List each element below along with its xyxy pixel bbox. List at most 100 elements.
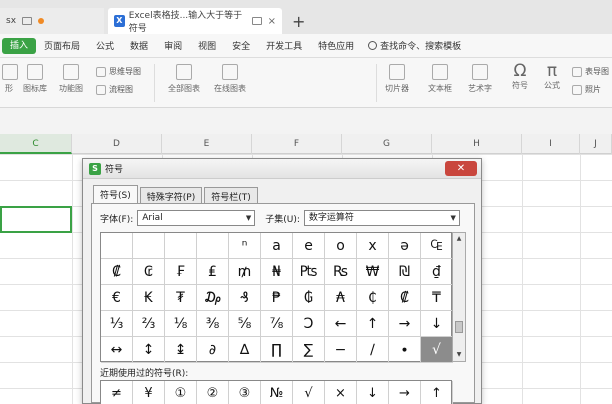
symbol-cell[interactable]: € [101, 285, 133, 311]
command-search[interactable]: 查找命令、搜索模板 [362, 39, 467, 52]
symbol-cell[interactable]: ₲ [293, 285, 325, 311]
symbol-cell[interactable]: ₥ [229, 259, 261, 285]
column-header-h[interactable]: H [432, 134, 522, 154]
flowchart-button[interactable]: 流程图 [96, 84, 133, 95]
column-header-d[interactable]: D [72, 134, 162, 154]
new-tab-plus-icon[interactable]: + [292, 12, 305, 31]
symbol-cell[interactable]: − [325, 337, 357, 363]
close-button[interactable]: ✕ [445, 161, 477, 176]
symbol-cell[interactable] [165, 233, 197, 259]
symbol-cell[interactable]: ⁿ [229, 233, 261, 259]
recent-symbol-cell[interactable]: ≠ [101, 381, 133, 404]
shape-button[interactable]: 形 [2, 64, 18, 94]
symbol-cell[interactable]: ₦ [261, 259, 293, 285]
monitor-icon[interactable] [22, 17, 33, 25]
menu-view[interactable]: 视图 [190, 39, 224, 52]
tab-document[interactable]: X Excel表格技...输入大于等于符号 × [108, 8, 282, 34]
symbol-cell[interactable]: ∕ [357, 337, 389, 363]
dialog-title-bar[interactable]: S 符号 [83, 159, 481, 179]
symbol-cell[interactable]: ⅓ [101, 311, 133, 337]
symbol-cell[interactable]: o [325, 233, 357, 259]
recent-symbol-cell[interactable]: √ [293, 381, 325, 404]
recent-symbol-cell[interactable]: ↑ [421, 381, 453, 404]
column-header-g[interactable]: G [342, 134, 432, 154]
tab-workbook[interactable]: sx [0, 8, 104, 34]
symbol-cell[interactable]: ↔ [101, 337, 133, 363]
tab-symbols[interactable]: 符号(S) [93, 185, 138, 203]
tab-special-chars[interactable]: 特殊字符(P) [139, 187, 203, 203]
close-tab-icon[interactable]: × [268, 16, 276, 27]
formula-button[interactable]: π 公式 [540, 62, 564, 91]
textbox-button[interactable]: 文本框 [426, 64, 454, 94]
symbol-cell[interactable]: ₳ [325, 285, 357, 311]
symbol-cell[interactable]: ₢ [133, 259, 165, 285]
selected-cell[interactable] [0, 206, 72, 233]
symbol-cell[interactable]: x [357, 233, 389, 259]
column-header-c[interactable]: C [0, 134, 72, 154]
photo-button[interactable]: 照片 [572, 84, 601, 95]
recent-symbol-cell[interactable]: ① [165, 381, 197, 404]
symbol-cell[interactable]: ↕ [133, 337, 165, 363]
symbol-cell[interactable]: ₨ [325, 259, 357, 285]
menu-formula[interactable]: 公式 [88, 39, 122, 52]
symbol-cell[interactable]: ↑ [357, 311, 389, 337]
symbol-cell[interactable]: ₯ [197, 285, 229, 311]
symbol-button[interactable]: Ω 符号 [506, 62, 534, 91]
symbol-cell[interactable]: ₩ [357, 259, 389, 285]
symbol-cell[interactable]: ₡ [101, 259, 133, 285]
font-dropdown[interactable]: Arial ▼ [137, 210, 256, 226]
column-header-e[interactable]: E [162, 134, 252, 154]
symbol-cell[interactable]: ⅝ [229, 311, 261, 337]
symbol-scrollbar[interactable]: ▲ ▼ [452, 232, 466, 362]
symbol-cell[interactable]: ↨ [165, 337, 197, 363]
symbol-cell[interactable]: e [293, 233, 325, 259]
online-charts-button[interactable]: 在线图表 [210, 64, 250, 94]
symbol-cell[interactable]: ₤ [197, 259, 229, 285]
symbol-cell[interactable]: ₪ [389, 259, 421, 285]
symbol-cell[interactable]: ⅔ [133, 311, 165, 337]
symbol-cell[interactable]: ∂ [197, 337, 229, 363]
symbol-cell[interactable]: ↓ [421, 311, 453, 337]
menu-developer[interactable]: 开发工具 [258, 39, 310, 52]
scroll-down-icon[interactable]: ▼ [453, 349, 465, 361]
slicer-button[interactable]: 切片器 [382, 64, 412, 94]
recent-symbol-cell[interactable]: ¥ [133, 381, 165, 404]
symbol-cell[interactable]: ₭ [133, 285, 165, 311]
symbol-cell[interactable]: ∑ [293, 337, 325, 363]
tab-symbol-bar[interactable]: 符号栏(T) [204, 187, 258, 203]
symbol-cell[interactable]: ∆ [229, 337, 261, 363]
recent-symbol-cell[interactable]: ② [197, 381, 229, 404]
column-header-f[interactable]: F [252, 134, 342, 154]
symbol-cell[interactable]: ₠ [421, 233, 453, 259]
menu-page-layout[interactable]: 页面布局 [36, 39, 88, 52]
subset-dropdown[interactable]: 数字运算符 ▼ [303, 210, 460, 226]
scroll-thumb[interactable] [455, 321, 463, 333]
symbol-cell[interactable] [101, 233, 133, 259]
symbol-cell[interactable]: ₣ [165, 259, 197, 285]
menu-insert[interactable]: 插入 [2, 37, 37, 54]
mindmap-button[interactable]: 思维导图 [96, 66, 141, 77]
all-charts-button[interactable]: 全部图表 [164, 64, 204, 94]
symbol-cell[interactable]: ₵ [357, 285, 389, 311]
monitor-icon[interactable] [252, 17, 262, 25]
symbol-cell[interactable]: ₰ [229, 285, 261, 311]
symbol-cell[interactable]: ⅞ [261, 311, 293, 337]
column-header-i[interactable]: I [522, 134, 580, 154]
mindmap-table-button[interactable]: 表导图 [572, 66, 609, 77]
symbol-cell[interactable]: ∙ [389, 337, 421, 363]
symbol-cell[interactable]: ₱ [261, 285, 293, 311]
symbol-cell[interactable]: ₮ [165, 285, 197, 311]
symbol-cell[interactable]: → [389, 311, 421, 337]
icon-library-button[interactable]: 图标库 [20, 64, 50, 94]
symbol-cell[interactable]: ₸ [421, 285, 453, 311]
symbol-cell[interactable] [197, 233, 229, 259]
symbol-cell[interactable]: ₧ [293, 259, 325, 285]
symbol-cell[interactable]: ə [389, 233, 421, 259]
menu-review[interactable]: 审阅 [156, 39, 190, 52]
column-header-j[interactable]: J [580, 134, 612, 154]
recent-symbol-cell[interactable]: → [389, 381, 421, 404]
symbol-cell[interactable]: Ↄ [293, 311, 325, 337]
menu-security[interactable]: 安全 [224, 39, 258, 52]
symbol-cell[interactable]: ⅛ [165, 311, 197, 337]
symbol-cell[interactable]: a [261, 233, 293, 259]
